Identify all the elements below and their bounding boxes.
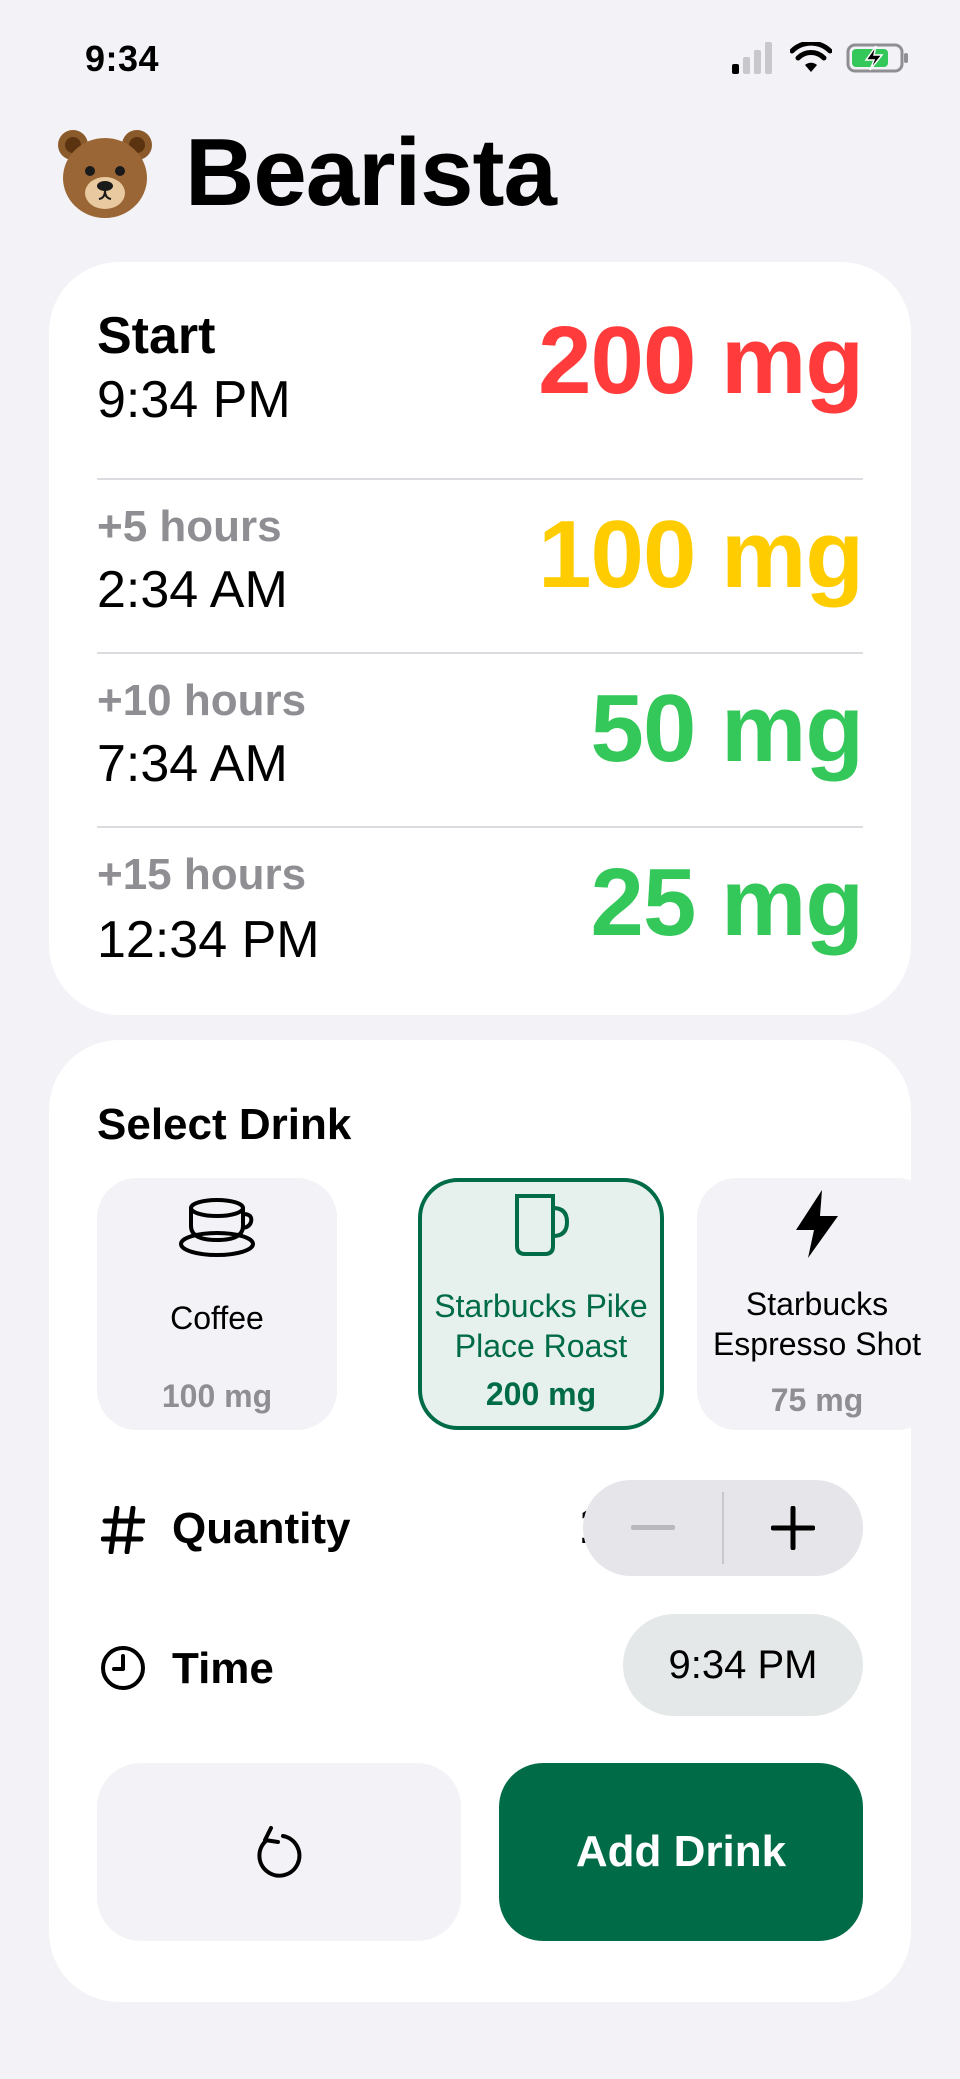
- drink-picker: Coffee 100 mg Starbucks Pike Place Roast…: [97, 1178, 937, 1434]
- schedule-time: 7:34 AM: [97, 735, 288, 793]
- drink-tile-pike-place[interactable]: Starbucks Pike Place Roast 200 mg: [418, 1178, 664, 1430]
- battery-charging-icon: [846, 43, 908, 73]
- drink-caffeine: 200 mg: [485, 1376, 597, 1412]
- plus-icon: [771, 1506, 815, 1550]
- schedule-amount: 25 mg: [590, 849, 864, 956]
- bolt-icon: [796, 1190, 838, 1258]
- time-label: Time: [172, 1644, 274, 1693]
- drink-tile-coffee[interactable]: Coffee 100 mg: [97, 1178, 337, 1430]
- drink-name: Starbucks Pike: [434, 1288, 648, 1324]
- schedule-row-5h: +5 hours 2:34 AM 100 mg: [97, 480, 864, 654]
- select-drink-title: Select Drink: [97, 1100, 352, 1149]
- drink-tile-espresso-shot[interactable]: Starbucks Espresso Shot 75 mg: [697, 1178, 937, 1430]
- schedule-amount: 100 mg: [538, 501, 864, 608]
- schedule-row-15h: +15 hours 12:34 PM 25 mg: [97, 828, 864, 1002]
- wifi-icon: [790, 42, 832, 72]
- schedule-row-start: Start 9:34 PM 200 mg: [97, 306, 864, 480]
- drink-caffeine: 100 mg: [161, 1378, 273, 1414]
- drink-name: Starbucks: [745, 1286, 889, 1322]
- drink-name-line2: Espresso Shot: [712, 1326, 922, 1362]
- decrement-button[interactable]: [583, 1480, 723, 1576]
- drink-caffeine: 75 mg: [770, 1382, 864, 1418]
- minus-icon: [631, 1525, 675, 1530]
- quantity-label: Quantity: [172, 1504, 351, 1553]
- number-sign-icon: [101, 1506, 145, 1554]
- schedule-amount: 200 mg: [538, 307, 864, 414]
- quantity-row: Quantity 1: [97, 1480, 863, 1578]
- schedule-amount: 50 mg: [590, 675, 864, 782]
- clock-icon: [101, 1646, 145, 1690]
- schedule-time: 9:34 PM: [97, 371, 291, 429]
- coffee-cup-icon: [179, 1198, 255, 1257]
- reset-arrow-icon: [257, 1826, 302, 1878]
- increment-button[interactable]: [723, 1480, 863, 1576]
- drink-name-line2: Place Roast: [454, 1328, 628, 1364]
- drink-name: Coffee: [170, 1300, 264, 1336]
- status-icons: [732, 42, 910, 74]
- cellular-signal-icon: [732, 42, 772, 74]
- schedule-label: +5 hours: [97, 502, 282, 551]
- time-picker[interactable]: 9:34 PM: [623, 1614, 863, 1716]
- mug-icon: [515, 1194, 570, 1256]
- time-row: Time 9:34 PM: [97, 1614, 863, 1718]
- caffeine-schedule-card: Start 9:34 PM 200 mg +5 hours 2:34 AM 10…: [49, 262, 911, 1015]
- status-bar: 9:34: [0, 0, 960, 120]
- app-header: Bearista: [55, 118, 557, 228]
- app-title: Bearista: [185, 119, 557, 226]
- add-drink-card: Select Drink Coffee 100 mg Starbucks Pik…: [49, 1040, 937, 2002]
- schedule-label: +15 hours: [97, 850, 307, 899]
- schedule-row-10h: +10 hours 7:34 AM 50 mg: [97, 654, 864, 828]
- add-drink-button[interactable]: Add Drink: [499, 1763, 863, 1941]
- status-time: 9:34: [85, 38, 160, 79]
- schedule-time: 12:34 PM: [97, 911, 320, 969]
- reset-button[interactable]: [97, 1763, 461, 1941]
- quantity-stepper: [583, 1480, 863, 1576]
- schedule-label: Start: [97, 307, 216, 365]
- bear-face-icon: [58, 130, 152, 218]
- schedule-time: 2:34 AM: [97, 561, 288, 619]
- schedule-label: +10 hours: [97, 676, 307, 725]
